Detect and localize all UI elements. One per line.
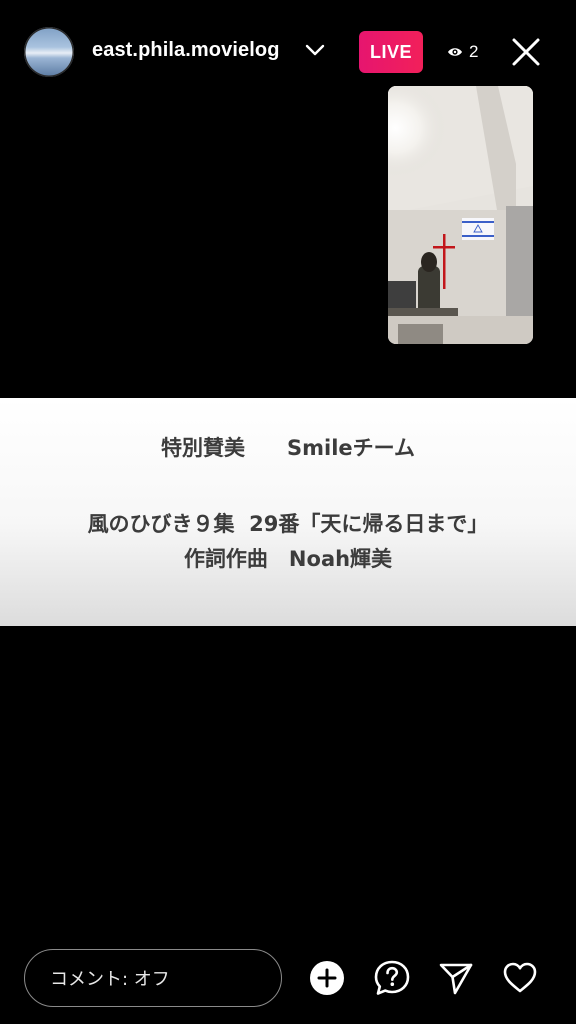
viewer-count: 2 [447, 41, 478, 63]
close-icon[interactable] [510, 36, 542, 68]
title-banner: 特別賛美 Smileチーム 風のひびき９集 29番「天に帰る日まで」 作詞作曲 … [0, 398, 576, 626]
add-icon[interactable] [308, 958, 346, 998]
viewer-count-value: 2 [469, 42, 479, 61]
banner-line-title: 特別賛美 Smileチーム [160, 436, 415, 460]
guest-video-frame [388, 86, 533, 344]
chevron-down-icon[interactable] [304, 42, 326, 58]
live-badge: LIVE [359, 31, 423, 73]
username[interactable]: east.phila.movielog [92, 39, 280, 62]
heart-icon[interactable] [501, 958, 539, 998]
question-icon[interactable] [373, 958, 411, 998]
eye-icon [448, 48, 462, 56]
banner-line-song: 風のひびき９集 29番「天に帰る日まで」 [87, 512, 489, 536]
comment-field[interactable]: コメント: オフ [24, 949, 282, 1007]
send-icon[interactable] [437, 958, 475, 998]
banner-line-credit: 作詞作曲 Noah輝美 [183, 547, 393, 571]
comment-placeholder: コメント: オフ [50, 969, 170, 990]
avatar[interactable] [24, 27, 74, 77]
guest-video[interactable] [388, 86, 533, 344]
